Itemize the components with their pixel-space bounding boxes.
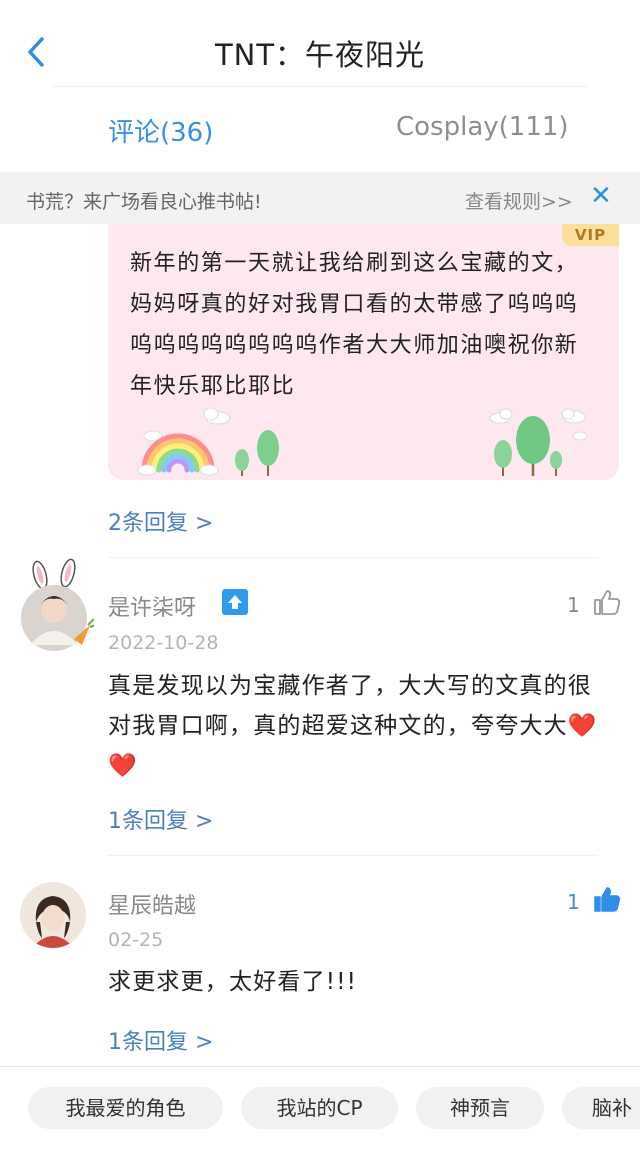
close-icon[interactable]: ✕ [590,181,612,211]
banner-text[interactable]: 书荒？来广场看良心推书帖! [26,187,262,214]
replies-link[interactable]: 1条回复 > [108,1024,213,1056]
thumbs-up-filled-icon[interactable] [592,884,622,914]
header-divider [52,86,588,87]
page-title: TNT：午夜阳光 [214,38,426,72]
tab-comments[interactable]: 评论(36) [108,112,213,149]
thumbs-up-icon[interactable] [592,587,622,617]
comment-divider [108,855,598,856]
replies-link[interactable]: 2条回复 > [108,505,213,537]
tag-prophecy[interactable]: 神预言 [416,1087,544,1129]
avatar[interactable] [20,882,86,948]
tag-headcanon[interactable]: 脑补 [562,1087,640,1129]
view-rules-link[interactable]: 查看规则>> [465,187,573,214]
avatar[interactable] [18,555,97,655]
comment-divider [108,557,598,558]
comment-date: 2022-10-28 [108,632,219,654]
level-up-icon [222,589,248,615]
tag-favorite-character[interactable]: 我最爱的角色 [28,1087,223,1129]
comment-text: 真是发现以为宝藏作者了，大大写的文真的很对我胃口啊，真的超爱这种文的，夸夸大大❤… [108,673,598,779]
comment-date: 02-25 [108,929,164,951]
tag-my-cp[interactable]: 我站的CP [241,1087,398,1129]
comment-text: 求更求更，太好看了!!! [108,969,358,995]
tab-cosplay[interactable]: Cosplay(111) [396,112,569,142]
comment-username[interactable]: 星辰皓越 [108,888,196,920]
like-count: 1 [567,593,580,617]
vip-comment-text: 新年的第一天就让我给刷到这么宝藏的文，妈妈呀真的好对我胃口看的太带感了呜呜呜呜呜… [130,251,579,399]
like-count: 1 [567,890,580,914]
replies-link[interactable]: 1条回复 > [108,803,213,835]
comment-username[interactable]: 是许柒呀 [108,590,196,622]
